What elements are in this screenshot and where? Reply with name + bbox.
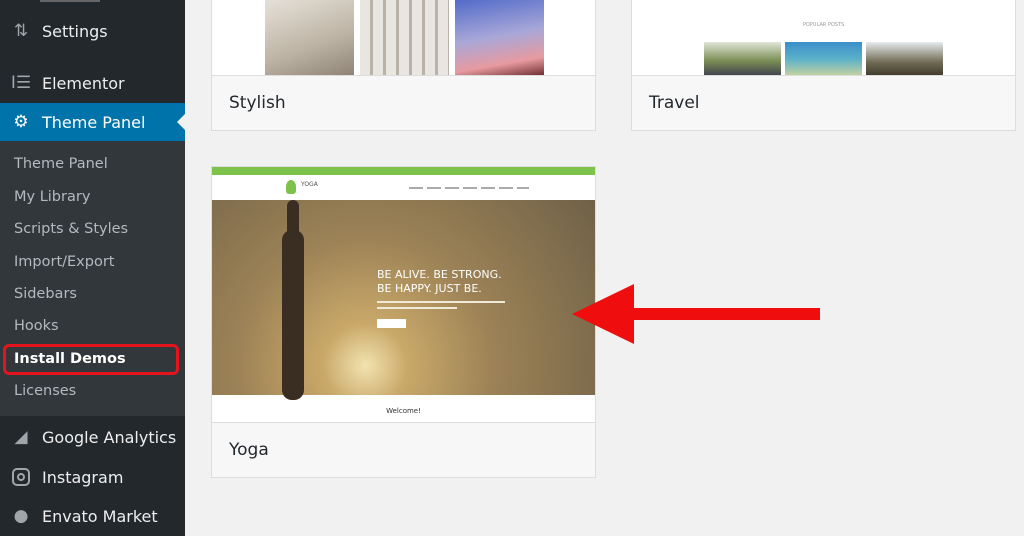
preview-image bbox=[704, 42, 781, 76]
preview-image bbox=[866, 42, 943, 76]
gear-icon: ⚙ bbox=[13, 112, 29, 132]
demo-name: Yoga bbox=[212, 422, 595, 477]
label: Settings bbox=[42, 21, 108, 41]
preview-image bbox=[785, 42, 862, 76]
preview-welcome: Welcome! bbox=[386, 407, 421, 415]
submenu-licenses[interactable]: Licenses bbox=[14, 383, 76, 399]
envato-icon: ● bbox=[13, 506, 29, 526]
red-arrow-annotation bbox=[572, 284, 820, 344]
sidebar-item-instagram[interactable]: Instagram bbox=[0, 458, 185, 496]
preview-nav bbox=[409, 187, 529, 189]
admin-sidebar: ⇅ Settings I☰ Elementor ⚙ Theme Panel Theme… bbox=[0, 0, 185, 536]
sidebar-item-theme-panel[interactable]: ⚙ Theme Panel bbox=[0, 103, 185, 141]
analytics-icon: ◢ bbox=[14, 427, 28, 447]
preview-text bbox=[377, 307, 457, 309]
preview-image bbox=[455, 0, 544, 76]
submenu-my-library[interactable]: My Library bbox=[14, 189, 90, 205]
settings-icon: ⇅ bbox=[13, 21, 29, 41]
arrow-shape bbox=[572, 284, 820, 344]
label: Google Analytics bbox=[42, 427, 177, 447]
sidebar-item-envato-market[interactable]: ● Envato Market bbox=[0, 497, 185, 535]
label: Instagram bbox=[42, 467, 124, 487]
submenu-theme-panel[interactable]: Theme Panel bbox=[14, 156, 108, 172]
preview-button bbox=[377, 319, 406, 328]
preview-topbar bbox=[212, 167, 595, 175]
label: Theme Panel bbox=[42, 112, 146, 132]
demo-name: Stylish bbox=[212, 75, 595, 130]
preview-image bbox=[265, 0, 354, 76]
label: Elementor bbox=[42, 73, 125, 93]
sidebar-item-elementor[interactable]: I☰ Elementor bbox=[0, 64, 185, 102]
demo-card-travel[interactable]: POPULAR POSTS Travel bbox=[631, 0, 1016, 131]
instagram-icon bbox=[10, 467, 32, 487]
elementor-icon: I☰ bbox=[10, 73, 32, 93]
preview-hero: BE ALIVE. BE STRONG. BE HAPPY. JUST BE. bbox=[212, 200, 595, 400]
preview-logo: YOGA bbox=[301, 181, 318, 188]
preview-text bbox=[377, 301, 505, 303]
cut-off-menu-item[interactable] bbox=[40, 0, 100, 2]
submenu-sidebars[interactable]: Sidebars bbox=[14, 286, 77, 302]
headline-line: BE ALIVE. BE STRONG. bbox=[377, 268, 502, 281]
sidebar-item-google-analytics[interactable]: ◢ Google Analytics bbox=[0, 418, 185, 456]
preview-headline: BE ALIVE. BE STRONG. BE HAPPY. JUST BE. bbox=[377, 268, 502, 296]
submenu-import-export[interactable]: Import/Export bbox=[14, 254, 114, 270]
sidebar-item-settings[interactable]: ⇅ Settings bbox=[0, 12, 185, 50]
yoga-logo-icon bbox=[286, 180, 296, 194]
silhouette-arms bbox=[287, 200, 299, 240]
submenu-hooks[interactable]: Hooks bbox=[14, 318, 59, 334]
demo-name: Travel bbox=[632, 75, 1015, 130]
headline-line: BE HAPPY. JUST BE. bbox=[377, 282, 482, 295]
silhouette bbox=[282, 230, 304, 400]
demo-card-stylish[interactable]: Stylish bbox=[211, 0, 596, 131]
demo-card-yoga[interactable]: YOGA BE ALIVE. BE STRONG. BE HAPPY. JUST … bbox=[211, 166, 596, 478]
highlight-box bbox=[3, 344, 179, 375]
preview-heading: POPULAR POSTS bbox=[802, 22, 845, 28]
submenu-scripts-styles[interactable]: Scripts & Styles bbox=[14, 221, 128, 237]
label: Envato Market bbox=[42, 506, 158, 526]
preview-image bbox=[360, 0, 449, 76]
